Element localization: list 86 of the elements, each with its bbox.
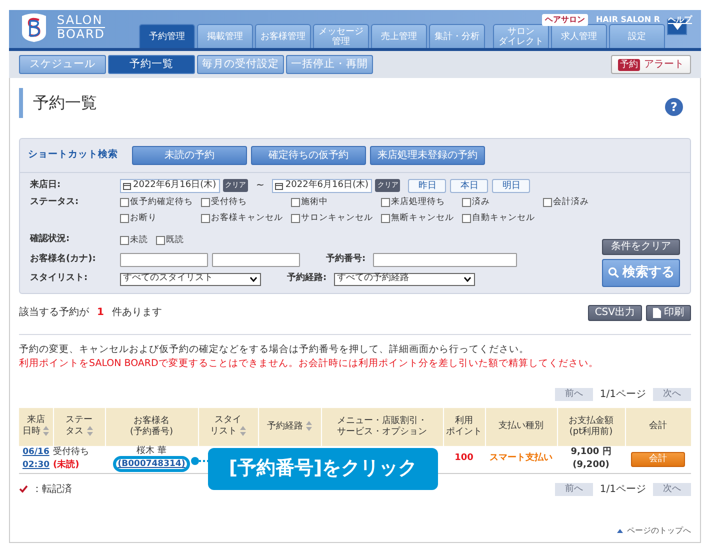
dropdown[interactable]: すべての予約経路 (334, 272, 475, 286)
previous-page-button[interactable]: 前へ (554, 388, 593, 400)
field-label: 確認状況: (30, 233, 71, 246)
field-label: 来店日: (30, 178, 62, 192)
field-label: ステータス: (30, 196, 80, 209)
column-header[interactable]: 予約経路 (258, 408, 321, 446)
visit-time-link[interactable]: 02:30 (19, 459, 53, 472)
logo-icon (19, 11, 49, 43)
salon-name: HAIR SALON R (596, 14, 660, 26)
reservation-number-field[interactable] (373, 253, 517, 267)
field-label: スタイリスト: (30, 272, 89, 286)
chevron-down-icon (250, 276, 257, 282)
name-field[interactable] (212, 253, 300, 267)
name-field[interactable] (120, 253, 208, 267)
column-header[interactable]: 来店 日時 (19, 408, 53, 446)
warning-text: 利用ポイントをSALON BOARDで変更することはできません。お会計時には利用ポイント分を差し引いた額で精算してください。 (19, 356, 600, 370)
up-arrow-icon (617, 528, 623, 532)
checkbox[interactable]: 無断キャンセル (381, 212, 454, 224)
caret-icon (672, 24, 682, 30)
instruction-callout: [予約番号]をクリック (208, 448, 438, 490)
clear-conditions-button[interactable]: 条件をクリア (602, 238, 680, 254)
amount-text: 9,100 円 (570, 446, 612, 458)
shortcut-label: ショートカット検索 (28, 148, 119, 162)
quick-date-button[interactable]: 昨日 (408, 178, 446, 192)
column-header: メニュー・店販割引・ サービス・オプション (321, 408, 443, 446)
checkbox[interactable]: 未読 (120, 234, 148, 246)
legend-text: ：転記済 (32, 482, 72, 496)
date-field[interactable]: 2022年6月16日(木) (120, 178, 220, 192)
checkbox[interactable]: 済み (462, 196, 535, 209)
column-header: 利用 ポイント (443, 408, 485, 446)
field-label: 予約番号: (326, 253, 367, 266)
field-label: お客様名(カナ): (30, 253, 97, 266)
page-top-link[interactable]: ページのトップへ (627, 524, 691, 536)
logo-text: BOARD (57, 26, 106, 40)
alert-button[interactable]: 予約 アラート (611, 55, 691, 74)
points-cell: 100 (443, 446, 485, 473)
status-text: 受付待ち (53, 446, 90, 458)
help-button[interactable]: ? (665, 98, 683, 116)
field-label: 予約経路: (287, 272, 328, 286)
next-page-button[interactable]: 次へ (653, 388, 691, 400)
search-icon (608, 267, 618, 278)
payment-type-cell: スマート支払い (485, 446, 557, 473)
visit-date-link[interactable]: 06/16 (19, 446, 53, 459)
checkbox[interactable]: 仮予約確定待ち (120, 196, 193, 209)
checkbox[interactable]: お客様キャンセル (201, 212, 283, 224)
sub-tab[interactable]: 予約一覧 (108, 55, 195, 74)
range-separator: ~ (256, 179, 264, 193)
column-header: お客様名 (予約番号) (105, 408, 198, 446)
chevron-down-icon (464, 276, 471, 282)
page-indicator: 1/1ページ (600, 482, 646, 496)
dropdown[interactable]: すべてのスタイリスト (120, 272, 261, 286)
read-state-text: (未読) (53, 459, 80, 472)
result-count-text: 該当する予約が 1 件あります (19, 306, 162, 320)
calendar-icon (123, 182, 131, 190)
customer-name: 桜木 華 (136, 446, 168, 456)
checkbox[interactable]: 会計済み (543, 196, 589, 209)
help-link[interactable]: ヘルプ (668, 14, 692, 26)
check-icon (19, 485, 28, 493)
checkbox[interactable]: お断り (120, 212, 193, 224)
nav-tab[interactable]: 予約管理 (139, 24, 195, 48)
column-header: 会計 (625, 408, 691, 446)
column-header: お支払金額 (pt利用前) (557, 408, 625, 446)
checkbox[interactable]: 施術中 (291, 196, 373, 209)
previous-page-button[interactable]: 前へ (554, 482, 593, 496)
csv-export-button[interactable]: CSV出力 (588, 304, 642, 320)
print-button[interactable]: 印刷 (646, 304, 691, 320)
amount-before-points-text: (9,200) (572, 459, 610, 472)
checkbox[interactable]: サロンキャンセル (291, 212, 373, 224)
date-field[interactable]: 2022年6月16日(木) (272, 178, 372, 192)
calendar-icon (275, 182, 284, 190)
note-text: 予約の変更、キャンセルおよび仮予約の確定などをする場合は予約番号を押して、詳細画面から行ってください。 (19, 342, 530, 356)
quick-date-button[interactable]: 明日 (492, 178, 530, 192)
checkbox[interactable]: 自動キャンセル (462, 212, 535, 224)
document-icon (653, 308, 661, 318)
checkbox[interactable]: 来店処理待ち (381, 196, 454, 209)
checkbox[interactable]: 受付待ち (201, 196, 283, 209)
quick-date-button[interactable]: 本日 (450, 178, 488, 192)
column-header: 支払い種別 (485, 408, 557, 446)
logo-text: SALON (57, 14, 104, 26)
page-indicator: 1/1ページ (600, 388, 646, 402)
checkbox[interactable]: 既読 (156, 234, 184, 246)
column-header[interactable]: スタイ リスト (198, 408, 258, 446)
next-page-button[interactable]: 次へ (653, 482, 691, 496)
column-header[interactable]: ステー タス (53, 408, 105, 446)
page-title: 予約一覧 (19, 88, 97, 118)
salon-type-badge: ヘアサロン (542, 14, 588, 26)
